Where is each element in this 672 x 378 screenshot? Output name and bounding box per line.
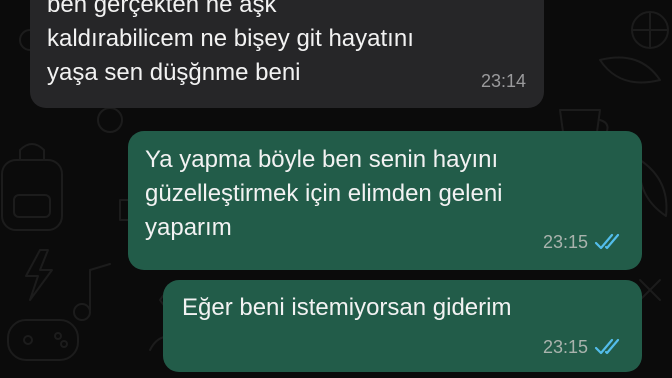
message-time: 23:15 <box>542 337 588 357</box>
outgoing-message-bubble[interactable]: Eğer beni istemiyorsan giderim 23:15 <box>163 280 642 372</box>
message-meta: 23:15 <box>543 330 624 364</box>
message-meta: 23:15 <box>543 225 624 259</box>
incoming-message-bubble[interactable]: ben gerçekten ne aşk kaldırabilicem ne b… <box>30 0 544 108</box>
message-time: 23:15 <box>542 232 588 252</box>
outgoing-message-bubble[interactable]: Ya yapma böyle ben senin hayını güzelleş… <box>128 131 642 270</box>
message-text: Eğer beni istemiyorsan giderim <box>182 294 512 321</box>
double-check-icon <box>594 233 620 250</box>
double-check-icon <box>594 338 620 355</box>
message-text: ben gerçekten ne aşk kaldırabilicem ne b… <box>47 0 414 86</box>
message-meta: 23:14 <box>481 64 526 98</box>
message-time: 23:14 <box>480 71 526 91</box>
